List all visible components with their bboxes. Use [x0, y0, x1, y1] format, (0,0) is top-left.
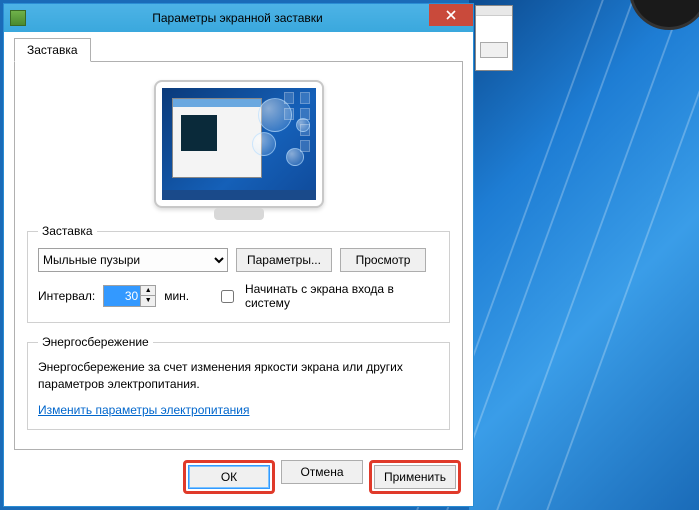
coffee-maker-object: [629, 0, 699, 30]
tab-content: Заставка Мыльные пузыри Параметры... Про…: [14, 61, 463, 450]
ok-button[interactable]: ОК: [188, 465, 270, 489]
interval-label: Интервал:: [38, 289, 95, 303]
titlebar: Параметры экранной заставки: [4, 4, 473, 32]
window-icon: [10, 10, 26, 26]
dialog-buttons: ОК Отмена Применить: [14, 450, 463, 496]
close-button[interactable]: [429, 4, 473, 26]
highlight-apply: Применить: [369, 460, 461, 494]
power-group: Энергосбережение Энергосбережение за сче…: [27, 335, 450, 430]
onresume-checkbox[interactable]: [221, 290, 234, 303]
preview-button[interactable]: Просмотр: [340, 248, 426, 272]
interval-spinner[interactable]: ▲ ▼: [103, 285, 156, 307]
onresume-label: Начинать с экрана входа в систему: [245, 282, 439, 310]
tabstrip: Заставка: [14, 38, 463, 62]
close-icon: [446, 10, 456, 20]
screensaver-preview: [27, 74, 450, 218]
settings-button[interactable]: Параметры...: [236, 248, 332, 272]
power-text: Энергосбережение за счет изменения яркос…: [38, 359, 439, 393]
power-link[interactable]: Изменить параметры электропитания: [38, 403, 249, 417]
preview-monitor: [154, 80, 324, 208]
interval-input[interactable]: [104, 286, 140, 306]
highlight-ok: ОК: [183, 460, 275, 494]
screensaver-settings-dialog: Параметры экранной заставки Заставка: [3, 3, 474, 507]
power-group-legend: Энергосбережение: [38, 335, 153, 349]
cancel-button[interactable]: Отмена: [281, 460, 363, 484]
apply-button[interactable]: Применить: [374, 465, 456, 489]
interval-up[interactable]: ▲: [141, 286, 155, 296]
tab-screensaver[interactable]: Заставка: [14, 38, 91, 62]
screensaver-group-legend: Заставка: [38, 224, 97, 238]
screensaver-select[interactable]: Мыльные пузыри: [38, 248, 228, 272]
interval-unit: мин.: [164, 289, 189, 303]
background-dialog-sliver: [475, 5, 513, 71]
desktop-background: [469, 0, 699, 510]
screensaver-group: Заставка Мыльные пузыри Параметры... Про…: [27, 224, 450, 323]
interval-down[interactable]: ▼: [141, 296, 155, 306]
window-title: Параметры экранной заставки: [32, 11, 473, 25]
